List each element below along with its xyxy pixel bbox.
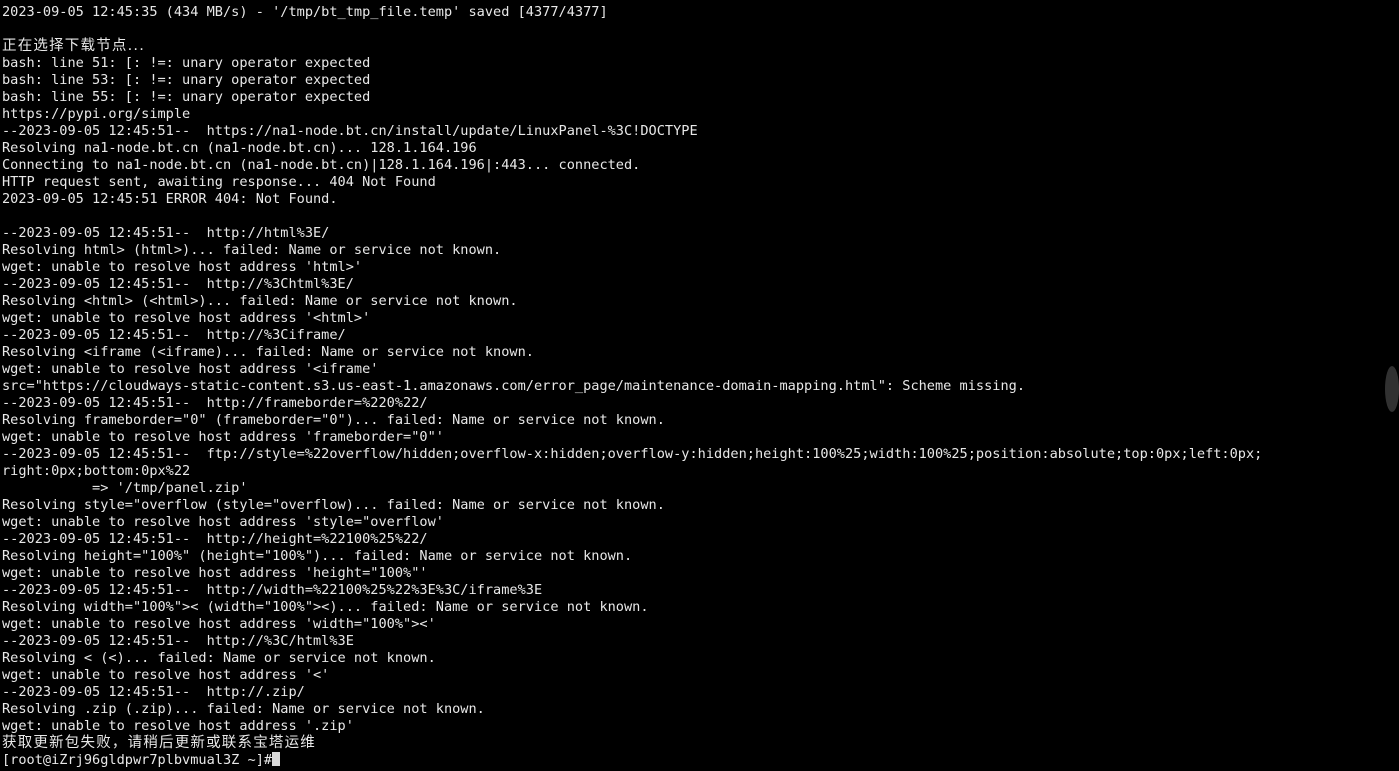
terminal-line: wget: unable to resolve host address 'st… [2, 514, 444, 530]
terminal-line: --2023-09-05 12:45:51-- http://html%3E/ [2, 225, 330, 241]
terminal-line: --2023-09-05 12:45:51-- http://%3Ciframe… [2, 327, 346, 343]
cursor-block [272, 752, 281, 766]
terminal-line: HTTP request sent, awaiting response... … [2, 174, 436, 190]
terminal-line: --2023-09-05 12:45:51-- ftp://style=%22o… [2, 446, 1263, 462]
terminal-line: right:0px;bottom:0px%22 [2, 463, 191, 479]
terminal-line: Resolving width="100%">< (width="100%"><… [2, 599, 649, 615]
terminal-line: --2023-09-05 12:45:51-- http://height=%2… [2, 531, 428, 547]
terminal-line: wget: unable to resolve host address '<' [2, 667, 330, 683]
terminal-line: Connecting to na1-node.bt.cn (na1-node.b… [2, 157, 641, 173]
terminal-line: => '/tmp/panel.zip' [2, 480, 248, 496]
terminal-line: wget: unable to resolve host address 'wi… [2, 616, 436, 632]
terminal-line: 2023-09-05 12:45:35 (434 MB/s) - '/tmp/b… [2, 4, 608, 20]
terminal-line: Resolving height="100%" (height="100%").… [2, 548, 633, 564]
terminal-line: wget: unable to resolve host address '.z… [2, 718, 354, 734]
terminal-line: bash: line 55: [: !=: unary operator exp… [2, 89, 371, 105]
terminal-output: 2023-09-05 12:45:35 (434 MB/s) - '/tmp/b… [2, 4, 1399, 752]
terminal-line: 正在选择下载节点... [2, 38, 146, 54]
terminal-line: --2023-09-05 12:45:51-- http://.zip/ [2, 684, 305, 700]
terminal-line: bash: line 51: [: !=: unary operator exp… [2, 55, 371, 71]
terminal-line: wget: unable to resolve host address 'fr… [2, 429, 444, 445]
terminal-line: Resolving < (<)... failed: Name or servi… [2, 650, 436, 666]
terminal-line: wget: unable to resolve host address '<i… [2, 361, 379, 377]
terminal-line: --2023-09-05 12:45:51-- http://framebord… [2, 395, 428, 411]
terminal-line: --2023-09-05 12:45:51-- https://na1-node… [2, 123, 698, 139]
terminal-line: Resolving <iframe (<iframe)... failed: N… [2, 344, 534, 360]
terminal-line: src="https://cloudways-static-content.s3… [2, 378, 1026, 394]
terminal-line: wget: unable to resolve host address 'he… [2, 565, 428, 581]
terminal-line: Resolving na1-node.bt.cn (na1-node.bt.cn… [2, 140, 477, 156]
terminal-line: 获取更新包失败，请稍后更新或联系宝塔运维 [2, 735, 316, 751]
terminal-line: Resolving style="overflow (style="overfl… [2, 497, 665, 513]
terminal-line: wget: unable to resolve host address 'ht… [2, 259, 363, 275]
shell-prompt: [root@iZrj96gldpwr7plbvmual3Z ~]# [2, 752, 273, 768]
terminal-line: wget: unable to resolve host address '<h… [2, 310, 371, 326]
terminal-line: --2023-09-05 12:45:51-- http://%3Chtml%3… [2, 276, 354, 292]
terminal-line: bash: line 53: [: !=: unary operator exp… [2, 72, 371, 88]
terminal-prompt-line: [root@iZrj96gldpwr7plbvmual3Z ~]# [2, 752, 1399, 769]
terminal-line: --2023-09-05 12:45:51-- http://width=%22… [2, 582, 543, 598]
terminal-line: Resolving <html> (<html>)... failed: Nam… [2, 293, 518, 309]
terminal-line: Resolving .zip (.zip)... failed: Name or… [2, 701, 485, 717]
terminal-line: Resolving frameborder="0" (frameborder="… [2, 412, 665, 428]
terminal-screen[interactable]: 2023-09-05 12:45:35 (434 MB/s) - '/tmp/b… [0, 0, 1399, 771]
terminal-line: https://pypi.org/simple [2, 106, 191, 122]
terminal-line: --2023-09-05 12:45:51-- http://%3C/html%… [2, 633, 354, 649]
terminal-line: Resolving html> (html>)... failed: Name … [2, 242, 502, 258]
terminal-line: 2023-09-05 12:45:51 ERROR 404: Not Found… [2, 191, 338, 207]
scrollbar-thumb[interactable] [1385, 366, 1399, 412]
